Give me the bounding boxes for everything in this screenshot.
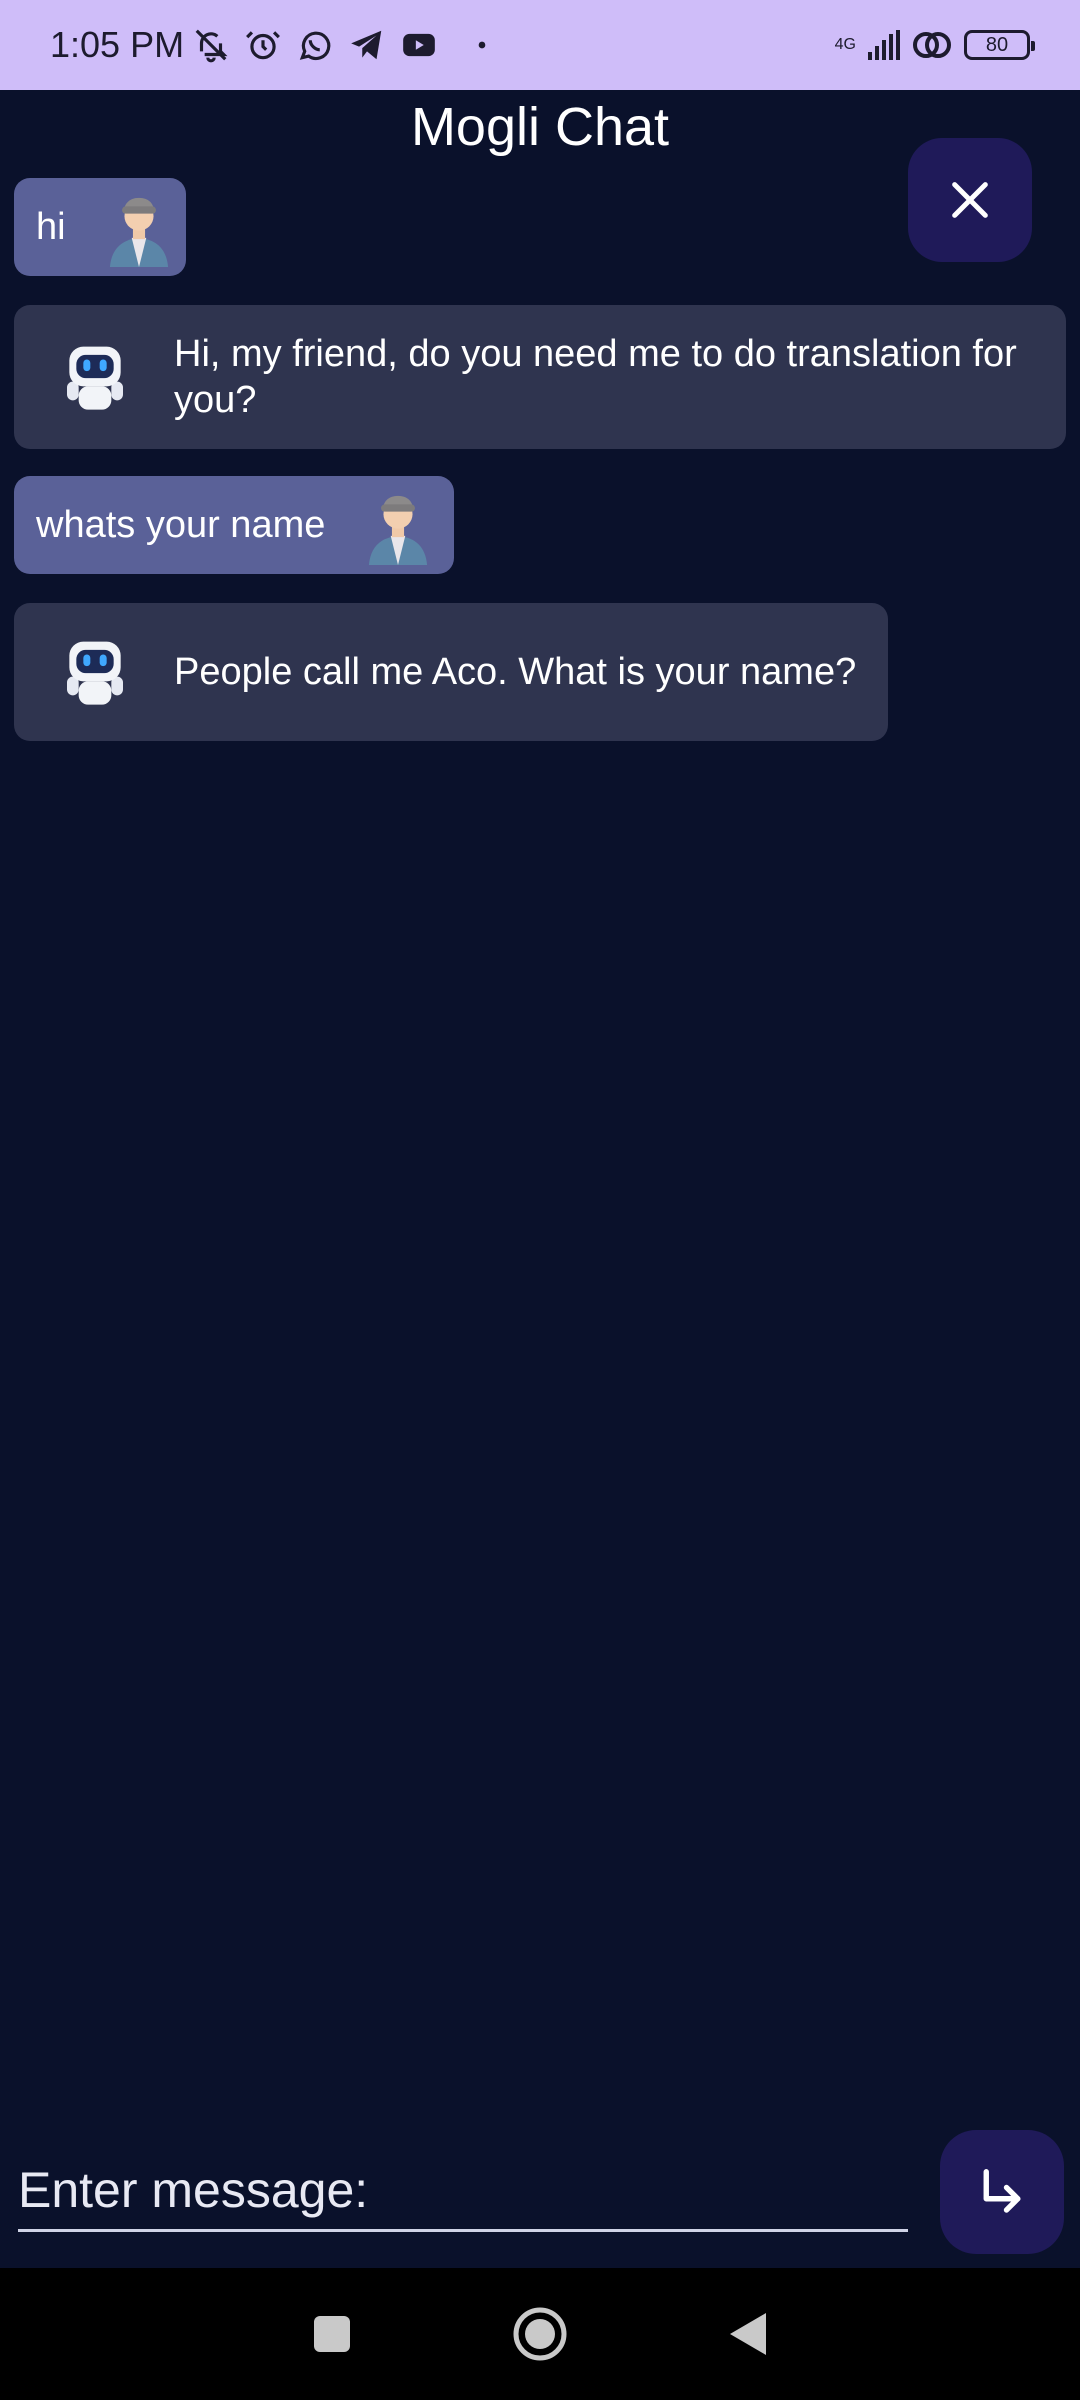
message-text: People call me Aco. What is your name? xyxy=(174,651,857,693)
youtube-icon xyxy=(403,33,435,57)
alarm-icon xyxy=(246,31,281,60)
back-icon[interactable] xyxy=(728,2311,768,2357)
user-avatar-icon xyxy=(369,495,428,565)
message-text: hi xyxy=(36,206,66,248)
telegram-icon xyxy=(351,30,382,60)
battery-icon: 80 xyxy=(964,30,1035,60)
send-button[interactable] xyxy=(940,2130,1064,2254)
close-icon xyxy=(952,182,988,218)
bot-avatar-icon xyxy=(67,641,123,705)
recent-apps-icon[interactable] xyxy=(312,2314,352,2354)
status-time: 1:05 PM xyxy=(50,24,185,65)
bot-message: Hi, my friend, do you need me to do tran… xyxy=(14,305,1066,449)
battery-level: 80 xyxy=(985,33,1009,56)
status-bar: 1:05 PM 4G 80 xyxy=(0,0,1080,90)
message-text: whats your name xyxy=(36,504,326,546)
send-arrow-icon xyxy=(983,2169,1021,2213)
message-input[interactable] xyxy=(18,2161,908,2219)
user-message: whats your name xyxy=(14,476,454,574)
home-icon[interactable] xyxy=(512,2306,568,2362)
user-avatar-icon xyxy=(109,197,168,267)
signal-icon xyxy=(868,30,900,60)
bot-message: People call me Aco. What is your name? xyxy=(14,603,888,741)
system-icons: 4G 80 xyxy=(834,28,1035,62)
notification-icons xyxy=(192,26,492,64)
navigation-bar xyxy=(0,2268,1080,2400)
whatsapp-icon xyxy=(299,31,331,61)
message-text: Hi, my friend, do you need me to do tran… xyxy=(174,333,1017,421)
bell-off-icon xyxy=(195,29,228,63)
message-input-area xyxy=(18,2150,908,2232)
bot-avatar-icon xyxy=(67,346,123,410)
close-button[interactable] xyxy=(908,138,1032,262)
user-message: hi xyxy=(14,178,186,276)
network-type: 4G xyxy=(834,36,856,53)
dot-icon xyxy=(478,41,486,49)
hotspot-icon xyxy=(913,32,951,58)
